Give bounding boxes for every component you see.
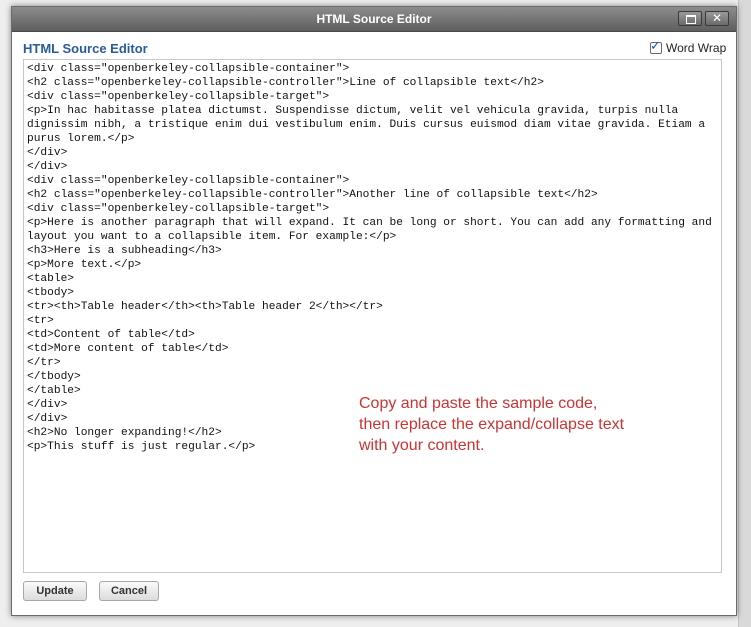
cancel-button[interactable]: Cancel <box>99 581 159 601</box>
dialog-titlebar: HTML Source Editor ✕ <box>12 7 736 32</box>
annotation-line-1: Copy and paste the sample code, <box>359 395 598 412</box>
update-button[interactable]: Update <box>23 581 87 601</box>
word-wrap-toggle[interactable]: ✓ Word Wrap <box>650 39 727 55</box>
close-button[interactable]: ✕ <box>705 11 729 26</box>
background-scrollbar <box>738 0 751 627</box>
close-icon: ✕ <box>711 11 723 25</box>
word-wrap-label: Word Wrap <box>666 41 727 55</box>
maximize-icon <box>686 15 696 24</box>
editor-heading: HTML Source Editor <box>23 41 148 56</box>
instruction-annotation: Copy and paste the sample code, then rep… <box>359 393 669 456</box>
annotation-line-3: with your content. <box>359 437 485 454</box>
source-code-textarea[interactable]: <div class="openberkeley-collapsible-con… <box>23 59 722 573</box>
maximize-button[interactable] <box>678 11 702 26</box>
word-wrap-checkbox[interactable]: ✓ <box>650 39 662 54</box>
dialog-title: HTML Source Editor <box>316 12 432 26</box>
html-source-editor-dialog: HTML Source Editor ✕ HTML Source Editor … <box>11 6 737 616</box>
checkmark-icon: ✓ <box>650 39 661 54</box>
annotation-line-2: then replace the expand/collapse text <box>359 416 625 433</box>
